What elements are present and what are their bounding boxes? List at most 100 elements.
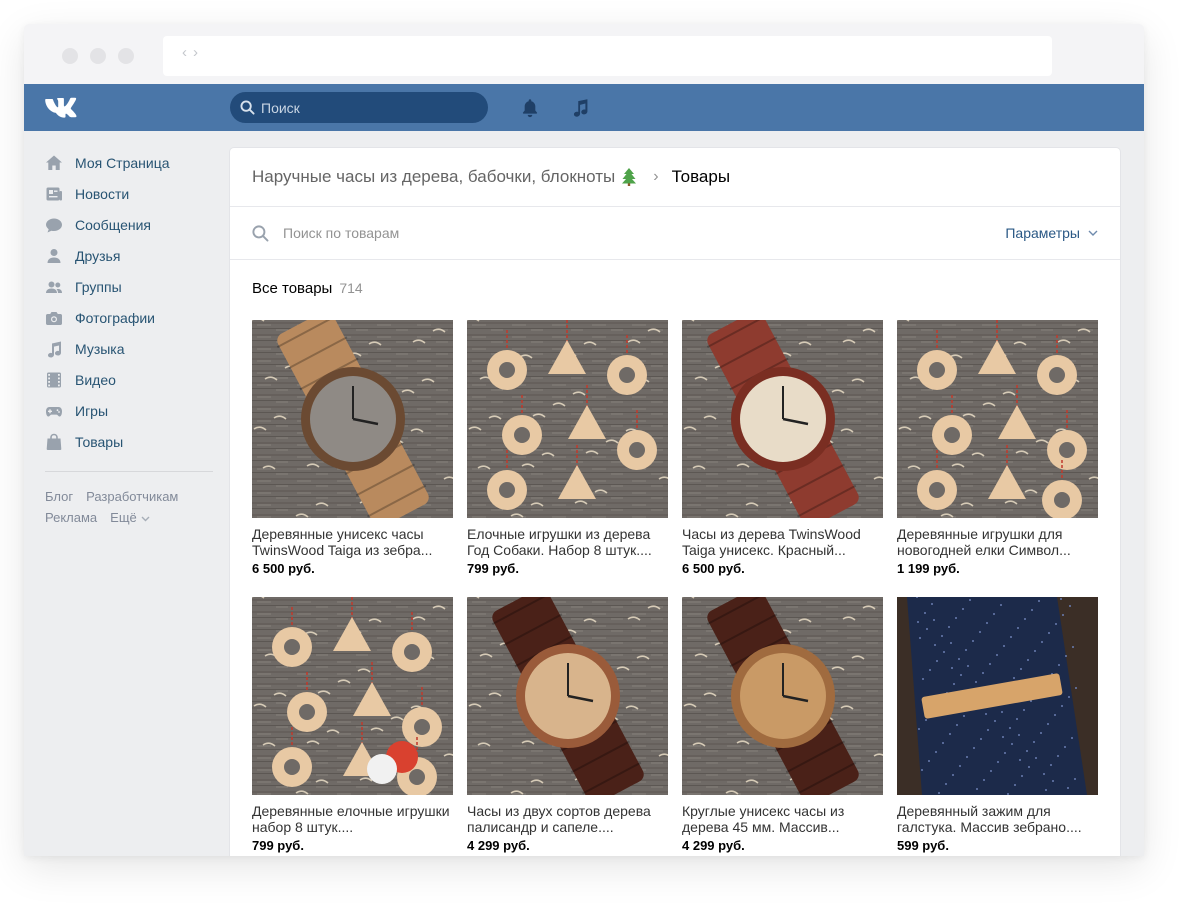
product-price: 799 руб.: [467, 561, 519, 576]
sidebar-item-label: Фотографии: [75, 309, 156, 326]
footer-link-ads[interactable]: Реклама: [45, 510, 97, 525]
product-image[interactable]: [682, 597, 883, 795]
product-card[interactable]: Деревянные елочные игрушки набор 8 штук.…: [252, 597, 453, 853]
product-title[interactable]: Деревянные унисекс часы TwinsWood Taiga …: [252, 526, 453, 558]
product-card[interactable]: Часы из двух сортов дерева палисандр и с…: [467, 597, 668, 853]
product-price: 4 299 руб.: [467, 838, 530, 853]
camera-icon: [46, 311, 62, 325]
sidebar-item-home[interactable]: Моя Страница: [24, 147, 224, 178]
sidebar-item-label: Видео: [75, 371, 116, 388]
product-title[interactable]: Деревянные игрушки для новогодней елки С…: [897, 526, 1098, 558]
sidebar-item-music[interactable]: Музыка: [24, 333, 224, 364]
footer-link-developers[interactable]: Разработчикам: [86, 489, 178, 504]
product-card[interactable]: Деревянные унисекс часы TwinsWood Taiga …: [252, 320, 453, 576]
window-close-dot[interactable]: [62, 48, 78, 64]
breadcrumb-store-link[interactable]: Наручные часы из дерева, бабочки, блокно…: [252, 167, 615, 187]
product-image[interactable]: [467, 597, 668, 795]
product-card[interactable]: Круглые унисекс часы из дерева 45 мм. Ма…: [682, 597, 883, 853]
sidebar-item-label: Игры: [75, 402, 109, 419]
sidebar-item-camera[interactable]: Фотографии: [24, 302, 224, 333]
sidebar-item-label: Музыка: [75, 340, 125, 357]
sidebar-item-gamepad[interactable]: Игры: [24, 395, 224, 426]
sidebar-divider: [45, 471, 213, 472]
sidebar-nav: Моя Страница Новости Сообщения Друзья Группы…: [24, 131, 224, 457]
product-card[interactable]: Деревянный зажим для галстука. Массив зе…: [897, 597, 1098, 853]
product-image[interactable]: [252, 597, 453, 795]
sidebar-item-label: Друзья: [75, 247, 121, 264]
product-title[interactable]: Деревянный зажим для галстука. Массив зе…: [897, 803, 1098, 835]
video-icon: [47, 372, 61, 387]
search-icon: [252, 224, 269, 241]
chevron-down-icon: [141, 516, 150, 522]
window-zoom-dot[interactable]: [118, 48, 134, 64]
product-search-input[interactable]: Поиск по товарам: [283, 225, 399, 241]
product-title[interactable]: Круглые унисекс часы из дерева 45 мм. Ма…: [682, 803, 883, 835]
news-icon: [46, 187, 62, 200]
groups-icon: [46, 281, 62, 293]
breadcrumb: Наручные часы из дерева, бабочки, блокно…: [230, 148, 1120, 207]
chevron-down-icon: [1088, 230, 1098, 236]
product-title[interactable]: Часы из двух сортов дерева палисандр и с…: [467, 803, 668, 835]
sidebar-item-friends[interactable]: Друзья: [24, 240, 224, 271]
sidebar-item-news[interactable]: Новости: [24, 178, 224, 209]
product-price: 6 500 руб.: [682, 561, 745, 576]
footer-link-more[interactable]: Ещё: [110, 510, 150, 525]
music-note-icon[interactable]: [570, 97, 592, 119]
footer-link-blog[interactable]: Блог: [45, 489, 73, 504]
product-price: 6 500 руб.: [252, 561, 315, 576]
sidebar-item-video[interactable]: Видео: [24, 364, 224, 395]
product-image[interactable]: [897, 320, 1098, 518]
product-title[interactable]: Елочные игрушки из дерева Год Собаки. На…: [467, 526, 668, 558]
product-card[interactable]: Елочные игрушки из дерева Год Собаки. На…: [467, 320, 668, 576]
sidebar-item-groups[interactable]: Группы: [24, 271, 224, 302]
bell-icon[interactable]: [519, 97, 541, 119]
sidebar-item-label: Новости: [75, 185, 130, 202]
product-price: 4 299 руб.: [682, 838, 745, 853]
header-search-input[interactable]: Поиск: [230, 92, 488, 123]
vk-logo-icon[interactable]: [44, 96, 84, 120]
christmas-tree-icon: [622, 168, 637, 186]
music-icon: [48, 341, 61, 357]
product-search-row: Поиск по товарам Параметры: [230, 207, 1120, 260]
product-price: 599 руб.: [897, 838, 949, 853]
left-sidebar: Моя Страница Новости Сообщения Друзья Группы…: [24, 131, 224, 528]
browser-window: ‹› Поиск Моя Страница Новости Сообщения Дру…: [24, 24, 1144, 856]
search-icon: [240, 100, 255, 115]
product-title[interactable]: Деревянные елочные игрушки набор 8 штук.…: [252, 803, 453, 835]
product-image[interactable]: [897, 597, 1098, 795]
header-search-placeholder: Поиск: [261, 99, 300, 116]
product-title[interactable]: Часы из дерева TwinsWood Taiga унисекс. …: [682, 526, 883, 558]
gamepad-icon: [46, 406, 62, 416]
product-card[interactable]: Часы из дерева TwinsWood Taiga унисекс. …: [682, 320, 883, 576]
messages-icon: [46, 218, 62, 232]
footer-link-more-label: Ещё: [110, 510, 137, 525]
catalog-title: Все товары: [252, 280, 333, 297]
sidebar-item-messages[interactable]: Сообщения: [24, 209, 224, 240]
product-image[interactable]: [682, 320, 883, 518]
sidebar-footer-links: Блог Разработчикам Реклама Ещё: [24, 486, 224, 528]
market-panel: Наручные часы из дерева, бабочки, блокно…: [230, 148, 1120, 856]
sidebar-item-label: Сообщения: [75, 216, 151, 233]
product-image[interactable]: [252, 320, 453, 518]
product-price: 799 руб.: [252, 838, 304, 853]
address-bar[interactable]: [163, 36, 1052, 76]
catalog-count: 714: [339, 280, 363, 296]
window-minimize-dot[interactable]: [90, 48, 106, 64]
product-image[interactable]: [467, 320, 668, 518]
sidebar-item-label: Товары: [75, 433, 124, 450]
sidebar-item-shopping-bag[interactable]: Товары: [24, 426, 224, 457]
browser-toolbar: ‹›: [24, 24, 1144, 84]
sidebar-item-label: Группы: [75, 278, 122, 295]
parameters-label: Параметры: [1005, 225, 1080, 241]
vk-header: Поиск: [24, 84, 1144, 131]
product-price: 1 199 руб.: [897, 561, 960, 576]
sidebar-item-label: Моя Страница: [75, 154, 170, 171]
shopping-bag-icon: [46, 433, 62, 450]
friends-icon: [47, 248, 61, 263]
breadcrumb-current: Товары: [671, 167, 731, 186]
catalog-heading: Все товары 714: [230, 260, 1120, 316]
home-icon: [46, 155, 62, 170]
parameters-dropdown[interactable]: Параметры: [1005, 225, 1098, 241]
back-forward-icon[interactable]: ‹›: [182, 44, 204, 61]
product-card[interactable]: Деревянные игрушки для новогодней елки С…: [897, 320, 1098, 576]
